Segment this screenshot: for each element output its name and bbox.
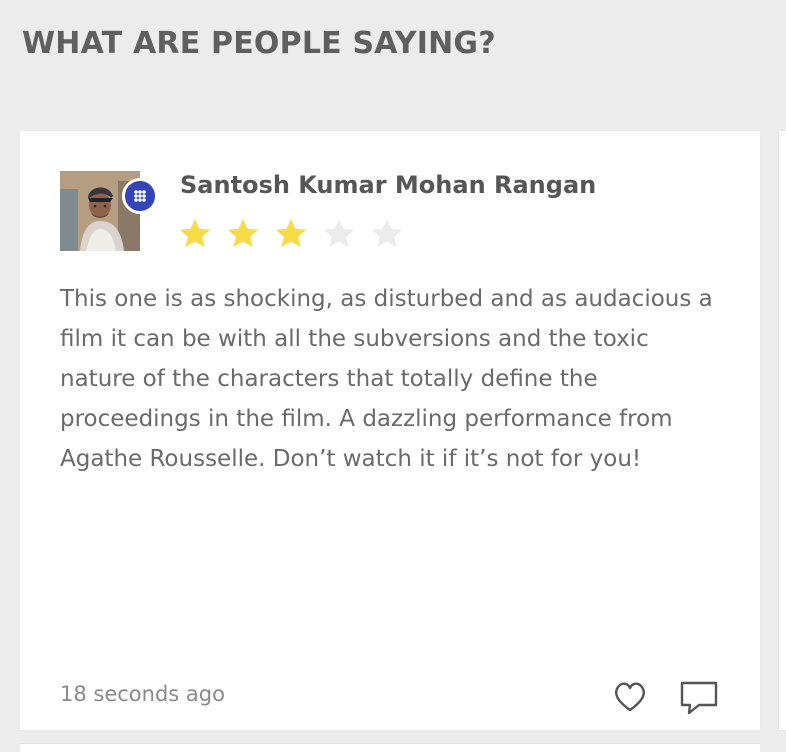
comment-icon [680,681,718,715]
app-badge-icon [122,178,158,214]
section-title: WHAT ARE PEOPLE SAYING? [22,26,496,61]
star-icon-5 [371,218,403,248]
next-review-card-peek[interactable] [778,131,786,730]
heart-icon [615,682,645,712]
comment-button[interactable] [675,675,719,719]
review-body: This one is as shocking, as disturbed an… [60,286,713,472]
reviewer-name[interactable]: Santosh Kumar Mohan Rangan [180,171,596,199]
like-button[interactable] [608,675,652,719]
star-icon-2 [227,218,259,248]
reviewer-avatar-group[interactable] [60,171,158,251]
review-card: Santosh Kumar Mohan Rangan This one is a… [20,131,760,730]
review-timestamp: 18 seconds ago [60,682,225,706]
reviews-page: WHAT ARE PEOPLE SAYING? Santosh Kumar Mo… [0,0,786,752]
star-icon-1 [179,218,211,248]
star-rating [176,215,406,253]
star-icon-4 [323,218,355,248]
star-icon-3 [275,218,307,248]
lower-content-strip [20,743,760,752]
